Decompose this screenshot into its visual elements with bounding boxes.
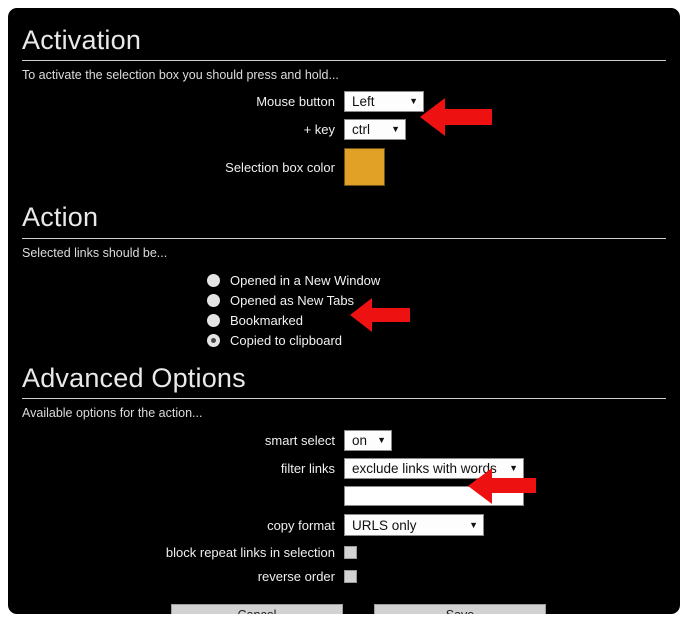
- action-section: Action Selected links should be... Opene…: [8, 186, 680, 348]
- action-subtitle: Selected links should be...: [22, 245, 168, 260]
- radio-label: Opened in a New Window: [230, 272, 381, 288]
- reverse-order-checkbox[interactable]: [344, 570, 357, 584]
- mouse-button-value: Left: [352, 94, 375, 110]
- action-divider: [22, 237, 666, 239]
- radio-label: Copied to clipboard: [230, 332, 343, 348]
- activation-section: Activation To activate the selection box…: [8, 8, 680, 187]
- action-radio-group: Opened in a New Window Opened as New Tab…: [8, 273, 680, 348]
- activation-heading: Activation: [22, 25, 142, 55]
- mouse-button-select[interactable]: Left ▼: [344, 91, 424, 113]
- radio-option-new-tabs[interactable]: Opened as New Tabs: [8, 293, 680, 308]
- radio-option-copied-to-clipboard[interactable]: Copied to clipboard: [8, 333, 680, 348]
- activation-subtitle: To activate the selection box you should…: [22, 68, 339, 83]
- mouse-button-label: Mouse button: [256, 94, 335, 110]
- block-repeat-label: block repeat links in selection: [165, 545, 335, 561]
- filter-words-input[interactable]: [344, 486, 524, 507]
- selection-color-row: Selection box color: [8, 148, 680, 187]
- copy-format-select[interactable]: URLS only ▼: [344, 514, 484, 537]
- save-button[interactable]: Save: [374, 604, 546, 614]
- chevron-down-icon: ▼: [509, 463, 518, 474]
- block-repeat-checkbox[interactable]: [344, 546, 357, 560]
- radio-option-bookmarked[interactable]: Bookmarked: [8, 313, 680, 328]
- action-heading: Action: [22, 202, 99, 233]
- smart-select-value: on: [352, 433, 368, 449]
- chevron-down-icon: ▼: [391, 124, 400, 135]
- advanced-section: Advanced Options Available options for t…: [8, 348, 680, 584]
- filter-words-row: [8, 486, 680, 507]
- advanced-divider: [22, 398, 666, 400]
- radio-label: Bookmarked: [230, 312, 303, 328]
- radio-icon-selected: [207, 333, 220, 347]
- modifier-key-label: + key: [303, 122, 335, 138]
- selection-color-label: Selection box color: [225, 159, 335, 175]
- options-panel: Activation To activate the selection box…: [8, 8, 680, 614]
- radio-icon: [207, 293, 220, 307]
- copy-format-row: copy format URLS only ▼: [8, 514, 680, 537]
- chevron-down-icon: ▼: [469, 519, 478, 530]
- modifier-key-value: ctrl: [352, 122, 370, 138]
- radio-label: Opened as New Tabs: [230, 292, 355, 308]
- smart-select-label: smart select: [264, 433, 335, 449]
- chevron-down-icon: ▼: [377, 435, 386, 446]
- modifier-key-row: + key ctrl ▼: [8, 119, 680, 141]
- radio-icon: [207, 313, 220, 327]
- mouse-button-row: Mouse button Left ▼: [8, 91, 680, 113]
- smart-select-row: smart select on ▼: [8, 430, 680, 452]
- smart-select-select[interactable]: on ▼: [344, 430, 392, 452]
- filter-links-value: exclude links with words: [352, 461, 497, 477]
- copy-format-value: URLS only: [352, 517, 417, 533]
- settings-page: Activation To activate the selection box…: [0, 0, 700, 626]
- radio-icon: [207, 273, 220, 287]
- modifier-key-select[interactable]: ctrl ▼: [344, 119, 406, 141]
- filter-links-select[interactable]: exclude links with words ▼: [344, 458, 524, 480]
- reverse-order-label: reverse order: [257, 569, 335, 585]
- filter-links-row: filter links exclude links with words ▼: [8, 458, 680, 480]
- filter-links-label: filter links: [280, 461, 335, 477]
- selection-color-swatch[interactable]: [344, 148, 385, 187]
- reverse-order-row: reverse order: [8, 569, 680, 584]
- copy-format-label: copy format: [267, 517, 335, 533]
- activation-divider: [22, 60, 666, 62]
- block-repeat-row: block repeat links in selection: [8, 545, 680, 560]
- advanced-subtitle: Available options for the action...: [22, 406, 203, 421]
- cancel-button[interactable]: Cancel: [171, 604, 343, 614]
- footer-buttons: Cancel Save: [8, 604, 680, 614]
- radio-option-new-window[interactable]: Opened in a New Window: [8, 273, 680, 288]
- advanced-heading: Advanced Options: [22, 362, 246, 393]
- chevron-down-icon: ▼: [409, 96, 418, 107]
